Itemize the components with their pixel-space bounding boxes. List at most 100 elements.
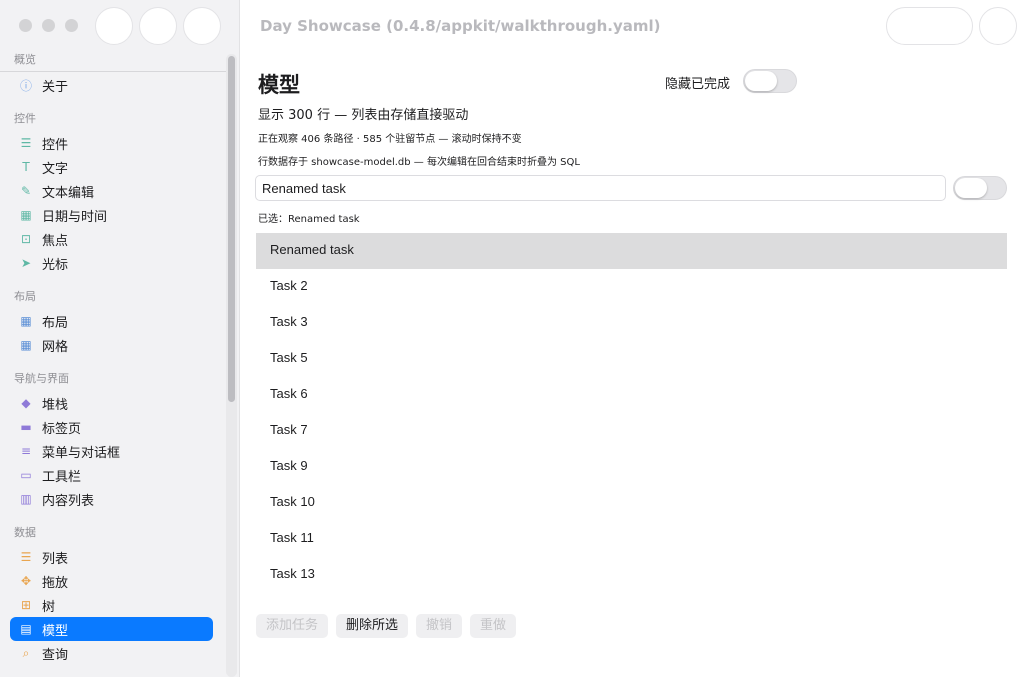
hide-done-toggle[interactable] xyxy=(743,69,797,93)
sidebar-item[interactable]: ⊞ 树 xyxy=(10,593,213,617)
info-icon: ⓘ xyxy=(19,78,32,93)
sidebar-item-label: 树 xyxy=(42,599,56,615)
sidebar-item-label: 查询 xyxy=(42,647,69,663)
undo-button[interactable]: 撤销 xyxy=(416,614,463,638)
sidebar-item[interactable]: ➤ 光标 xyxy=(10,251,213,275)
hide-done-label: 隐藏已完成 xyxy=(665,77,731,92)
edit-task-input[interactable] xyxy=(255,175,946,201)
layout-grid-icon: ▦ xyxy=(20,314,32,328)
sidebar-group-label: 导航与界面 xyxy=(14,372,69,385)
add-task-button[interactable]: 添加任务 xyxy=(256,614,329,638)
sidebar-item[interactable]: ▦ 日期与时间 xyxy=(10,203,213,227)
task-list: Renamed task Task 2 Task 3 Task 5 Task 6 Task… xyxy=(256,233,1007,593)
list-item[interactable]: Task 3 xyxy=(256,305,1007,341)
list-item[interactable]: Task 13 xyxy=(256,557,1007,593)
database-icon: ▤ xyxy=(20,622,32,636)
list-item[interactable]: Task 10 xyxy=(256,485,1007,521)
list-item[interactable]: Task 7 xyxy=(256,413,1007,449)
sidebar-group-label: 概览 xyxy=(0,50,226,72)
sidebar-item[interactable]: ◆ 堆栈 xyxy=(10,391,213,415)
sidebar-item[interactable]: ☰ 列表 xyxy=(10,545,213,569)
sidebar-item[interactable]: ▦ 布局 xyxy=(10,309,213,333)
grid-icon: ▦ xyxy=(20,338,32,352)
toolbar-button-3[interactable] xyxy=(183,7,221,45)
toolbar-button-2[interactable] xyxy=(139,7,177,45)
toolbar-button-right[interactable] xyxy=(979,7,1017,45)
sidebar-list: 概览 ⓘ 关于 控件 ☰ 控件 T 文字 ✎ 文本编辑 ▦ 日期与时间 ⊡ 焦点 ➤ 光标 布局 ▦ 布局 ▦ 网格 导航… xyxy=(0,50,226,677)
sidebar-item[interactable]: ⌕ 查询 xyxy=(10,641,213,665)
observe-note: 正在观察 406 条路径 · 585 个驻留节点 — 滚动时保持不变 xyxy=(258,134,522,145)
list-item[interactable]: Task 6 xyxy=(256,377,1007,413)
action-buttons: 添加任务 删除所选 撤销 重做 xyxy=(256,614,517,638)
sidebar: 概览 ⓘ 关于 控件 ☰ 控件 T 文字 ✎ 文本编辑 ▦ 日期与时间 ⊡ 焦点 ➤ 光标 布局 ▦ 布局 ▦ 网格 导航… xyxy=(0,0,240,677)
minimize-window-button[interactable] xyxy=(42,19,55,32)
list-item[interactable]: Task 5 xyxy=(256,341,1007,377)
sidebar-item-label: 关于 xyxy=(42,79,69,95)
text-icon: T xyxy=(22,160,30,174)
sidebar-item-label: 焦点 xyxy=(42,233,69,249)
search-icon: ⌕ xyxy=(22,645,30,660)
sidebar-item[interactable]: ▭ 工具栏 xyxy=(10,463,213,487)
sidebar-item-label: 光标 xyxy=(42,257,69,273)
sidebar-item[interactable]: T 文字 xyxy=(10,155,213,179)
sidebar-scrollbar[interactable] xyxy=(226,54,237,677)
tabs-icon: ▬ xyxy=(20,420,32,434)
close-window-button[interactable] xyxy=(19,19,32,32)
list-item[interactable]: Renamed task xyxy=(256,233,1007,269)
document-edit-icon: ✎ xyxy=(20,184,32,198)
redo-button[interactable]: 重做 xyxy=(470,614,517,638)
sidebar-item-label: 文本编辑 xyxy=(42,185,95,201)
sidebar-item-label: 网格 xyxy=(42,339,69,355)
list-item[interactable]: Task 9 xyxy=(256,449,1007,485)
toolbar-button-1[interactable] xyxy=(95,7,133,45)
sidebar-item[interactable]: ☰ 控件 xyxy=(10,131,213,155)
sliders-icon: ☰ xyxy=(20,136,32,150)
sidebar-item[interactable]: ✎ 文本编辑 xyxy=(10,179,213,203)
move-icon: ✥ xyxy=(20,574,32,588)
sidebar-item-label: 内容列表 xyxy=(42,493,95,509)
stack-icon: ◆ xyxy=(21,396,31,410)
sidebar-item[interactable]: ▬ 标签页 xyxy=(10,415,213,439)
sidebar-item[interactable]: ▤ 模型 xyxy=(10,617,213,641)
list-item[interactable]: Task 2 xyxy=(256,269,1007,305)
sidebar-item-label: 模型 xyxy=(42,623,69,639)
sidebar-item[interactable]: ⓘ 关于 xyxy=(10,73,213,97)
zoom-window-button[interactable] xyxy=(65,19,78,32)
sidebar-item-label: 标签页 xyxy=(42,421,82,437)
sidebar-item-label: 菜单与对话框 xyxy=(42,445,121,461)
sidebar-item-label: 堆栈 xyxy=(42,397,69,413)
selected-text: 已选：Renamed task xyxy=(258,214,360,225)
cursor-icon: ➤ xyxy=(20,256,32,270)
page-title: 模型 xyxy=(258,73,300,97)
sidebar-item[interactable]: ≡ 菜单与对话框 xyxy=(10,439,213,463)
menu-icon: ≡ xyxy=(20,444,32,458)
sidebar-item-label: 文字 xyxy=(42,161,69,177)
list-icon: ☰ xyxy=(20,550,32,564)
toolbar-icon: ▭ xyxy=(20,468,32,482)
sidebar-item[interactable]: ▦ 网格 xyxy=(10,333,213,357)
subtitle: 显示 300 行 — 列表由存储直接驱动 xyxy=(258,108,469,123)
tree-icon: ⊞ xyxy=(20,598,32,612)
sidebar-item-label: 工具栏 xyxy=(42,469,82,485)
sidebar-item-label: 布局 xyxy=(42,315,69,331)
columns-icon: ▥ xyxy=(20,492,32,506)
sidebar-item-label: 日期与时间 xyxy=(42,209,108,225)
sidebar-group-label: 数据 xyxy=(14,526,36,539)
sidebar-item[interactable]: ✥ 拖放 xyxy=(10,569,213,593)
sidebar-scroll-thumb[interactable] xyxy=(228,56,235,402)
focus-icon: ⊡ xyxy=(20,232,32,246)
delete-selected-button[interactable]: 删除所选 xyxy=(336,614,409,638)
list-item[interactable]: Task 11 xyxy=(256,521,1007,557)
toggle-knob xyxy=(955,178,987,198)
toolbar-pill-button[interactable] xyxy=(886,7,973,45)
sidebar-item-label: 拖放 xyxy=(42,575,69,591)
edit-toggle[interactable] xyxy=(953,176,1007,200)
calendar-icon: ▦ xyxy=(20,208,32,222)
sidebar-item[interactable]: ▥ 内容列表 xyxy=(10,487,213,511)
sidebar-item[interactable]: ⊡ 焦点 xyxy=(10,227,213,251)
